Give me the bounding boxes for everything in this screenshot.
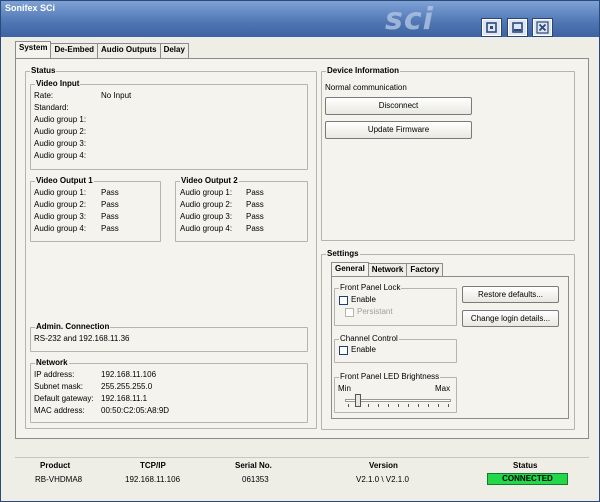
tcpip-header: TCP/IP <box>140 461 166 470</box>
slider-tick <box>418 404 419 407</box>
main-tabs: System De-Embed Audio Outputs Delay <box>15 41 189 58</box>
channel-control-caption: Channel Control <box>339 334 399 344</box>
tab-delay[interactable]: Delay <box>159 43 189 58</box>
title-bar[interactable]: Sonifex SCi sci <box>1 1 599 37</box>
vo1-group1-label: Audio group 1: <box>34 188 87 197</box>
slider-tick <box>398 404 399 407</box>
vo2-group4-label: Audio group 4: <box>180 224 233 233</box>
change-login-details-button[interactable]: Change login details... <box>462 310 559 327</box>
subnet-mask-value: 255.255.255.0 <box>101 382 153 391</box>
tab-audio-outputs[interactable]: Audio Outputs <box>97 43 161 58</box>
window-title: Sonifex SCi <box>5 3 56 13</box>
ip-address-value: 192.168.11.106 <box>101 370 157 379</box>
vo2-group3-value: Pass <box>246 212 264 221</box>
brightness-max-label: Max <box>435 384 451 393</box>
slider-thumb[interactable] <box>355 394 361 407</box>
admin-connection-caption: Admin. Connection <box>35 322 111 332</box>
default-gateway-label: Default gateway: <box>34 394 94 403</box>
brightness-min-label: Min <box>338 384 351 393</box>
subnet-mask-label: Subnet mask: <box>34 382 83 391</box>
slider-tick <box>448 404 449 407</box>
video-input-standard-label: Standard: <box>34 103 69 112</box>
update-firmware-button[interactable]: Update Firmware <box>325 121 472 139</box>
admin-connection-text: RS-232 and 192.168.11.36 <box>34 334 130 343</box>
slider-tick <box>378 404 379 407</box>
vo1-group4-value: Pass <box>101 224 119 233</box>
video-output-1-caption: Video Output 1 <box>35 176 94 186</box>
status-caption: Status <box>30 66 57 76</box>
product-header: Product <box>40 461 71 470</box>
mac-address-label: MAC address: <box>34 406 85 415</box>
front-panel-lock-enable-label: Enable <box>351 295 376 304</box>
restore-defaults-button[interactable]: Restore defaults... <box>462 286 559 303</box>
video-input-rate-value: No Input <box>101 91 132 100</box>
video-input-caption: Video Input <box>35 79 81 89</box>
tab-system[interactable]: System <box>15 41 52 58</box>
sci-logo: sci <box>385 2 434 37</box>
close-icon <box>536 21 549 34</box>
serial-value: 061353 <box>242 475 269 484</box>
channel-control-enable-label: Enable <box>351 345 376 354</box>
network-caption: Network <box>35 358 69 368</box>
slider-tick <box>368 404 369 407</box>
device-status-text: Normal communication <box>325 83 407 92</box>
persistant-label: Persistant <box>357 307 393 316</box>
vo1-group1-value: Pass <box>101 188 119 197</box>
main-window: Sonifex SCi sci System De-Embed Audio Ou… <box>0 0 600 502</box>
channel-control-enable-checkbox[interactable] <box>339 346 348 355</box>
ip-address-label: IP address: <box>34 370 75 379</box>
vo1-group4-label: Audio group 4: <box>34 224 87 233</box>
settings-caption: Settings <box>326 249 360 259</box>
status-header: Status <box>513 461 538 470</box>
serial-header: Serial No. <box>235 461 272 470</box>
tab-general[interactable]: General <box>331 262 369 276</box>
settings-tabs: General Network Factory <box>331 262 444 276</box>
disconnect-button[interactable]: Disconnect <box>325 97 472 115</box>
mac-address-value: 00:50:C2:05:A8:9D <box>101 406 170 415</box>
video-input-group2-label: Audio group 2: <box>34 127 87 136</box>
restore-window-button[interactable] <box>481 18 502 37</box>
vo2-group2-label: Audio group 2: <box>180 200 233 209</box>
tab-de-embed[interactable]: De-Embed <box>50 43 99 58</box>
vo2-group2-value: Pass <box>246 200 264 209</box>
video-input-group3-label: Audio group 3: <box>34 139 87 148</box>
restore-icon <box>486 22 497 33</box>
video-input-group4-label: Audio group 4: <box>34 151 87 160</box>
product-value: RB-VHDMA8 <box>35 475 83 484</box>
version-header: Version <box>369 461 398 470</box>
vo1-group3-value: Pass <box>101 212 119 221</box>
device-information-caption: Device Information <box>326 66 401 76</box>
brightness-caption: Front Panel LED Brightness <box>339 372 441 382</box>
slider-tick <box>388 404 389 407</box>
slider-tick <box>428 404 429 407</box>
tab-network[interactable]: Network <box>367 263 408 276</box>
front-panel-lock-enable-checkbox[interactable] <box>339 296 348 305</box>
video-input-group1-label: Audio group 1: <box>34 115 87 124</box>
front-panel-lock-group: Front Panel Lock <box>334 283 457 326</box>
slider-tick <box>408 404 409 407</box>
vo2-group3-label: Audio group 3: <box>180 212 233 221</box>
default-gateway-value: 192.168.11.1 <box>101 394 148 403</box>
minimize-icon <box>512 22 523 33</box>
status-bar: Product RB-VHDMA8 TCP/IP 192.168.11.106 … <box>15 457 589 489</box>
video-input-rate-label: Rate: <box>34 91 54 100</box>
vo1-group3-label: Audio group 3: <box>34 212 87 221</box>
brightness-slider[interactable] <box>345 394 451 408</box>
slider-tick <box>438 404 439 407</box>
vo1-group2-value: Pass <box>101 200 119 209</box>
vo1-group2-label: Audio group 2: <box>34 200 87 209</box>
persistant-checkbox[interactable] <box>345 308 354 317</box>
tcpip-value: 192.168.11.106 <box>125 475 181 484</box>
front-panel-lock-caption: Front Panel Lock <box>339 283 402 293</box>
vo2-group1-label: Audio group 1: <box>180 188 233 197</box>
vo2-group1-value: Pass <box>246 188 264 197</box>
minimize-window-button[interactable] <box>507 18 528 37</box>
connection-status-badge: CONNECTED <box>487 473 568 485</box>
version-value: V2.1.0 \ V2.1.0 <box>356 475 409 484</box>
slider-tick <box>348 404 349 407</box>
tab-factory[interactable]: Factory <box>406 263 444 276</box>
close-window-button[interactable] <box>532 18 553 37</box>
vo2-group4-value: Pass <box>246 224 264 233</box>
video-output-2-caption: Video Output 2 <box>180 176 239 186</box>
